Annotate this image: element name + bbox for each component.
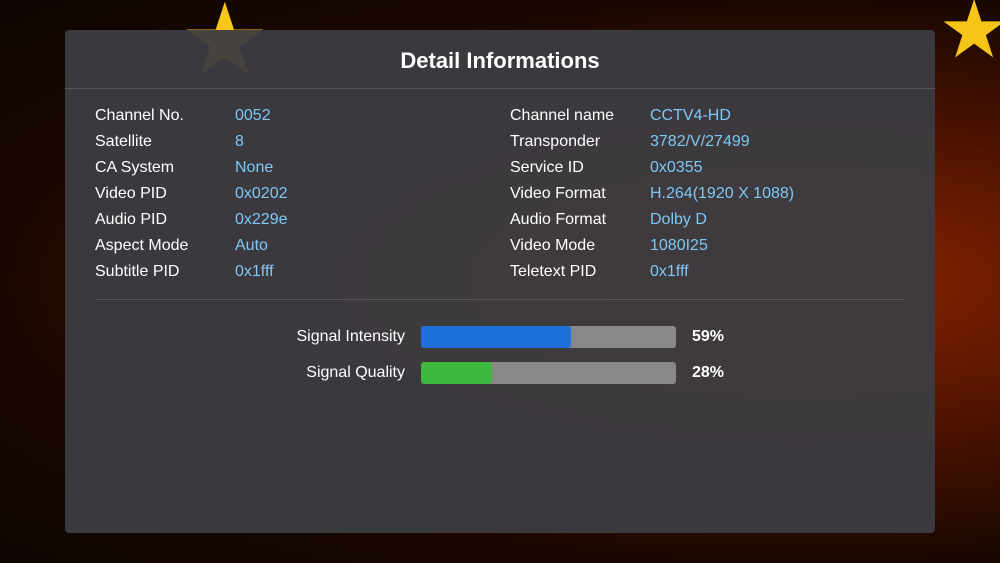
signal-intensity-pct: 59% xyxy=(692,328,740,346)
info-label: Channel name xyxy=(510,107,650,125)
info-label: Video Mode xyxy=(510,237,650,255)
info-label: Service ID xyxy=(510,159,650,177)
signal-quality-row: Signal Quality 28% xyxy=(260,362,740,384)
info-value: Dolby D xyxy=(650,211,707,229)
divider xyxy=(95,299,905,300)
info-row-right-6: Teletext PID0x1fff xyxy=(510,263,905,281)
info-row-left-4: Audio PID0x229e xyxy=(95,211,490,229)
info-row-right-3: Video FormatH.264(1920 X 1088) xyxy=(510,185,905,203)
info-row-right-0: Channel nameCCTV4-HD xyxy=(510,107,905,125)
info-row-right-5: Video Mode1080I25 xyxy=(510,237,905,255)
signal-quality-bar-fill xyxy=(421,362,492,384)
info-value: 0x0202 xyxy=(235,185,288,203)
info-row-left-6: Subtitle PID0x1fff xyxy=(95,263,490,281)
signal-intensity-bar-bg xyxy=(421,326,676,348)
info-row-left-3: Video PID0x0202 xyxy=(95,185,490,203)
info-value: 0x1fff xyxy=(235,263,274,281)
info-row-right-4: Audio FormatDolby D xyxy=(510,211,905,229)
info-row-right-1: Transponder3782/V/27499 xyxy=(510,133,905,151)
info-value: H.264(1920 X 1088) xyxy=(650,185,794,203)
info-label: CA System xyxy=(95,159,235,177)
info-row-left-2: CA SystemNone xyxy=(95,159,490,177)
star-decoration-right: ★ xyxy=(938,0,1000,70)
info-label: Audio PID xyxy=(95,211,235,229)
detail-dialog: Detail Informations Channel No.0052Chann… xyxy=(65,30,935,533)
info-value: 1080I25 xyxy=(650,237,708,255)
info-value: 8 xyxy=(235,133,244,151)
info-label: Subtitle PID xyxy=(95,263,235,281)
info-value: CCTV4-HD xyxy=(650,107,731,125)
signal-intensity-label: Signal Intensity xyxy=(260,328,405,346)
info-row-right-2: Service ID0x0355 xyxy=(510,159,905,177)
info-label: Channel No. xyxy=(95,107,235,125)
info-value: 0x1fff xyxy=(650,263,689,281)
info-value: Auto xyxy=(235,237,268,255)
dialog-title: Detail Informations xyxy=(65,30,935,89)
info-label: Audio Format xyxy=(510,211,650,229)
info-value: 0052 xyxy=(235,107,271,125)
info-label: Video Format xyxy=(510,185,650,203)
signal-section: Signal Intensity 59% Signal Quality 28% xyxy=(65,308,935,394)
info-row-left-5: Aspect ModeAuto xyxy=(95,237,490,255)
signal-quality-pct: 28% xyxy=(692,364,740,382)
info-row-left-1: Satellite8 xyxy=(95,133,490,151)
info-row-left-0: Channel No.0052 xyxy=(95,107,490,125)
info-value: 0x0355 xyxy=(650,159,703,177)
info-label: Aspect Mode xyxy=(95,237,235,255)
signal-quality-label: Signal Quality xyxy=(260,364,405,382)
info-label: Satellite xyxy=(95,133,235,151)
info-value: 3782/V/27499 xyxy=(650,133,750,151)
info-value: None xyxy=(235,159,273,177)
info-grid: Channel No.0052 Channel nameCCTV4-HD Satel… xyxy=(65,89,935,291)
signal-intensity-bar-fill xyxy=(421,326,571,348)
info-value: 0x229e xyxy=(235,211,288,229)
info-label: Teletext PID xyxy=(510,263,650,281)
info-label: Video PID xyxy=(95,185,235,203)
info-label: Transponder xyxy=(510,133,650,151)
signal-intensity-row: Signal Intensity 59% xyxy=(260,326,740,348)
signal-quality-bar-bg xyxy=(421,362,676,384)
